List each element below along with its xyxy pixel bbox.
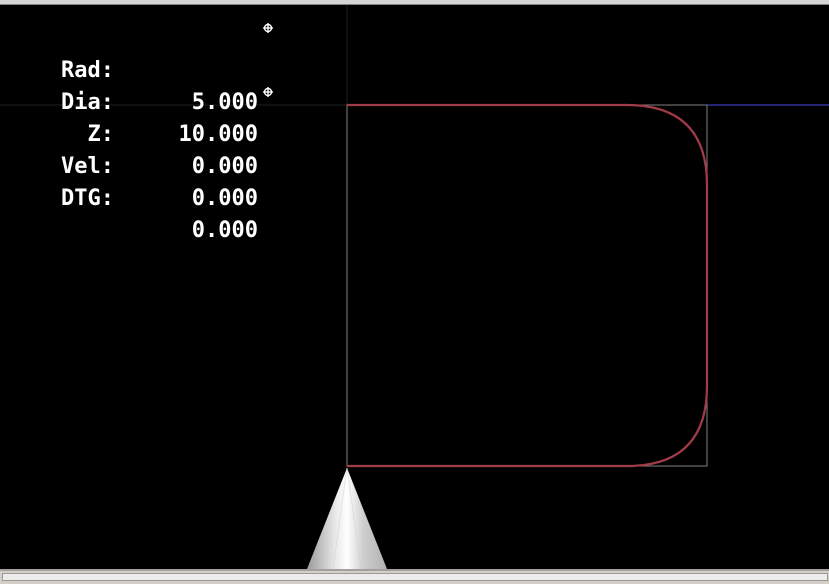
dro-row-rad: Rad: 5.000 <box>50 23 273 115</box>
dro-row-dtg: DTG: 0.000 <box>50 151 258 243</box>
dro-value: 0.000 <box>191 186 258 211</box>
homed-icon <box>263 23 273 33</box>
toolpath <box>347 103 709 468</box>
dro-value: 0.000 <box>191 218 258 243</box>
dro-label: DTG: <box>61 186 114 211</box>
dro-value: 5.000 <box>191 90 258 115</box>
preview-canvas[interactable]: Rad: 5.000 Dia: 10.000 Z: 0.000 Vel: 0.0… <box>0 5 829 569</box>
dro-value: 10.000 <box>178 122 258 147</box>
extents-box <box>346 104 708 467</box>
dro-readout: Rad: 5.000 Dia: 10.000 Z: 0.000 Vel: 0.0… <box>50 23 273 243</box>
scrollbar-handle[interactable] <box>2 573 828 581</box>
dro-value: 0.000 <box>191 154 258 179</box>
homed-icon <box>263 87 273 97</box>
lathe-tool-cone-icon <box>307 467 387 569</box>
dro-row-dia: Dia: 10.000 <box>50 55 258 147</box>
dro-row-z: Z: 0.000 <box>50 87 273 179</box>
dro-row-vel: Vel: 0.000 <box>50 119 258 211</box>
